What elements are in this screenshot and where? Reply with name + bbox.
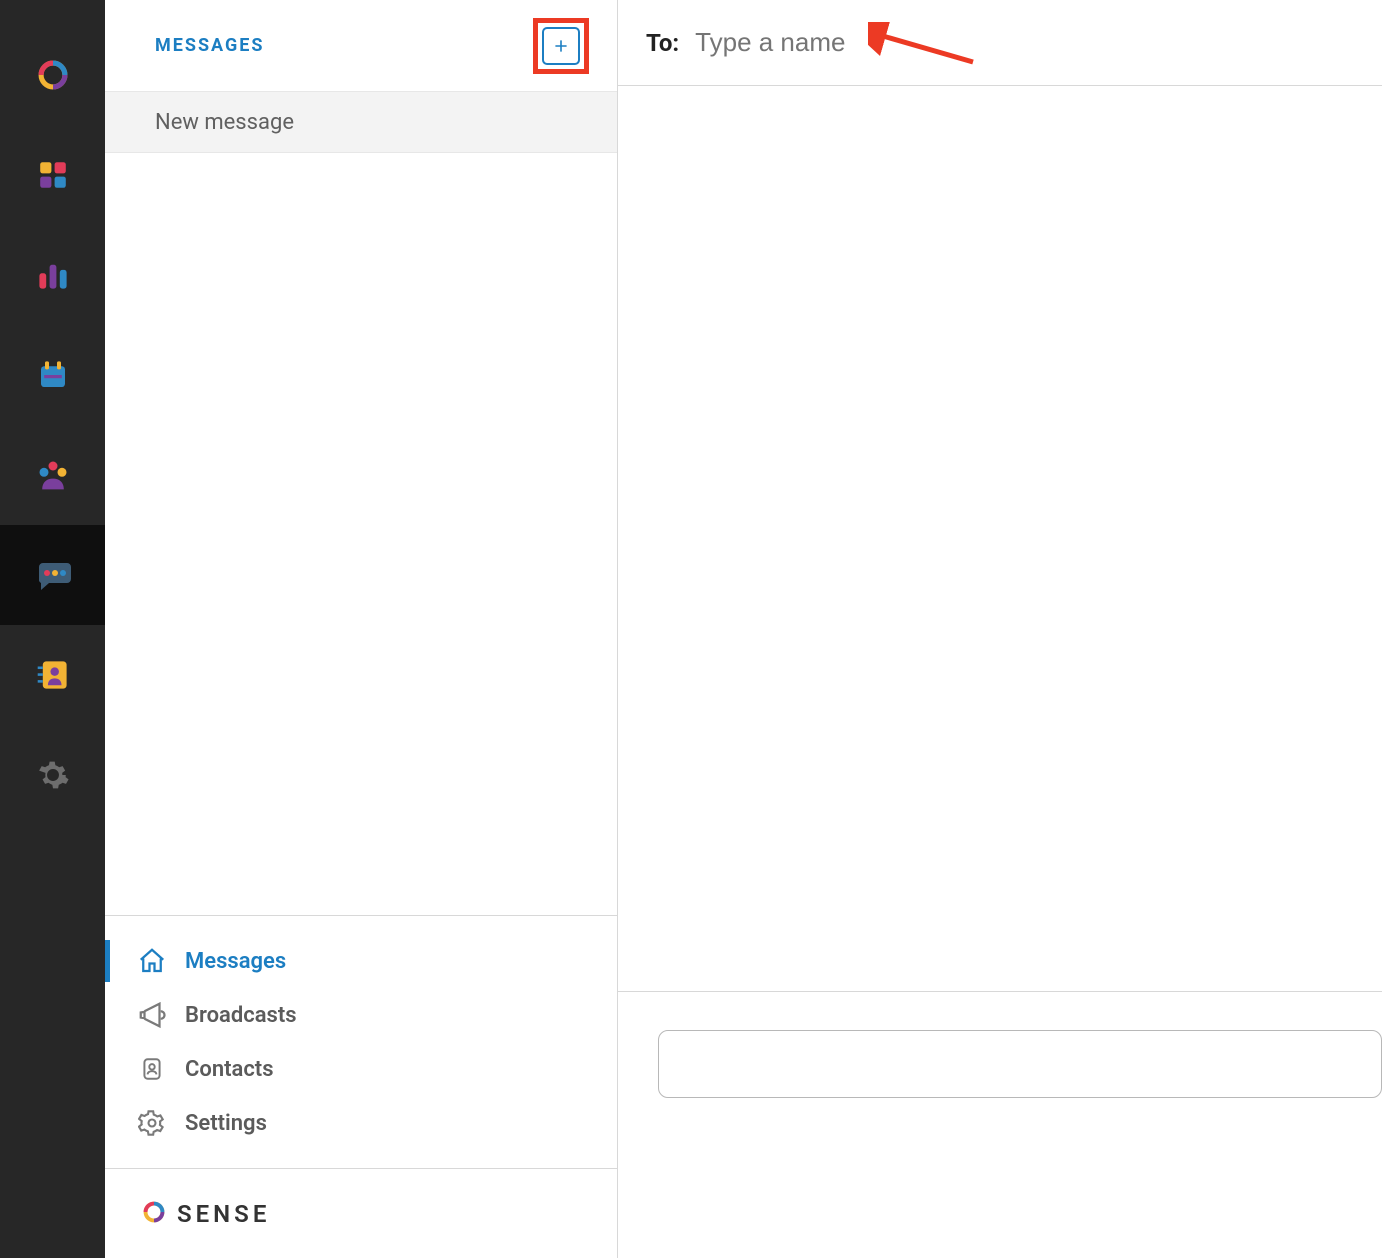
to-label: To: [646,29,679,57]
chat-bubble-icon [32,554,74,596]
rail-item-calendar[interactable] [0,325,105,425]
sub-nav-label: Messages [185,949,286,974]
logo-ring-icon [32,54,74,96]
recipient-bar: To: [618,0,1382,86]
contacts-book-icon [32,654,74,696]
rail-item-logo[interactable] [0,25,105,125]
people-icon [32,454,74,496]
conversation-panel: To: [618,0,1382,1258]
messages-header: MESSAGES [105,0,617,92]
left-nav-rail [0,0,105,1258]
brand-ring-icon [141,1199,167,1229]
sub-nav-contacts[interactable]: Contacts [105,1042,617,1096]
gear-icon [32,754,74,796]
messages-empty-area [105,153,617,915]
sub-nav-messages[interactable]: Messages [105,934,617,988]
messages-panel: MESSAGES New message Messages [105,0,618,1258]
recipient-input[interactable] [695,27,1382,58]
megaphone-icon [135,998,169,1032]
new-message-button[interactable] [542,27,580,65]
apps-grid-icon [32,154,74,196]
conversation-empty-area [618,86,1382,991]
calendar-icon [32,354,74,396]
sub-nav: Messages Broadcasts Contacts [105,915,617,1168]
message-compose-input[interactable] [658,1030,1382,1098]
contact-card-icon [135,1052,169,1086]
rail-item-analytics[interactable] [0,225,105,325]
rail-item-apps[interactable] [0,125,105,225]
sub-nav-label: Broadcasts [185,1003,297,1028]
annotation-highlight-box [533,18,589,74]
message-list-item-new[interactable]: New message [105,92,617,153]
home-icon [135,944,169,978]
bar-chart-icon [32,254,74,296]
brand-bar: SENSE [105,1168,617,1258]
compose-bar [618,991,1382,1258]
sub-nav-settings[interactable]: Settings [105,1096,617,1150]
rail-item-settings[interactable] [0,725,105,825]
sub-nav-broadcasts[interactable]: Broadcasts [105,988,617,1042]
rail-item-people[interactable] [0,425,105,525]
rail-item-contacts-book[interactable] [0,625,105,725]
messages-title: MESSAGES [155,35,264,56]
sub-nav-label: Settings [185,1111,267,1136]
gear-outline-icon [135,1106,169,1140]
brand-text: SENSE [177,1200,270,1228]
rail-item-messaging[interactable] [0,525,105,625]
plus-icon [553,38,569,54]
message-item-label: New message [155,110,294,135]
sub-nav-label: Contacts [185,1057,274,1082]
